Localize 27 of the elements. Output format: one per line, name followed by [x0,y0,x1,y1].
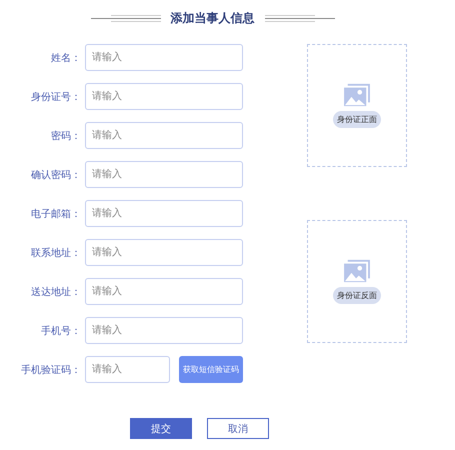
submit-button[interactable]: 提交 [130,418,192,439]
input-field[interactable]: 请输入 [85,200,243,227]
field-label: 手机号： [40,324,82,338]
input-field[interactable]: 请输入 [85,83,243,110]
input-field[interactable]: 请输入 [85,356,170,383]
input-field[interactable]: 请输入 [85,44,243,71]
field-label: 确认密码： [30,168,82,182]
image-icon [343,83,371,107]
upload-label: 身份证正面 [333,111,381,128]
image-icon [343,259,371,283]
field-label: 联系地址： [30,246,82,260]
page-title: 添加当事人信息 [170,10,254,26]
upload-area[interactable]: 身份证反面 [307,220,407,343]
input-field[interactable]: 请输入 [85,239,243,266]
field-label: 电子邮箱： [30,208,82,220]
input-field[interactable]: 请输入 [85,122,243,149]
input-field[interactable]: 请输入 [85,278,243,305]
upload-area[interactable]: 身份证正面 [307,44,407,167]
field-label: 身份证号： [30,90,82,104]
input-field[interactable]: 请输入 [85,161,243,188]
input-field[interactable]: 请输入 [85,317,243,344]
field-label: 送达地址： [30,286,82,298]
field-label: 手机验证码： [20,364,82,376]
field-label: 密码： [50,130,82,142]
cancel-button[interactable]: 取消 [207,418,269,439]
upload-label: 身份证反面 [333,287,381,304]
field-label: 姓名： [50,52,82,64]
